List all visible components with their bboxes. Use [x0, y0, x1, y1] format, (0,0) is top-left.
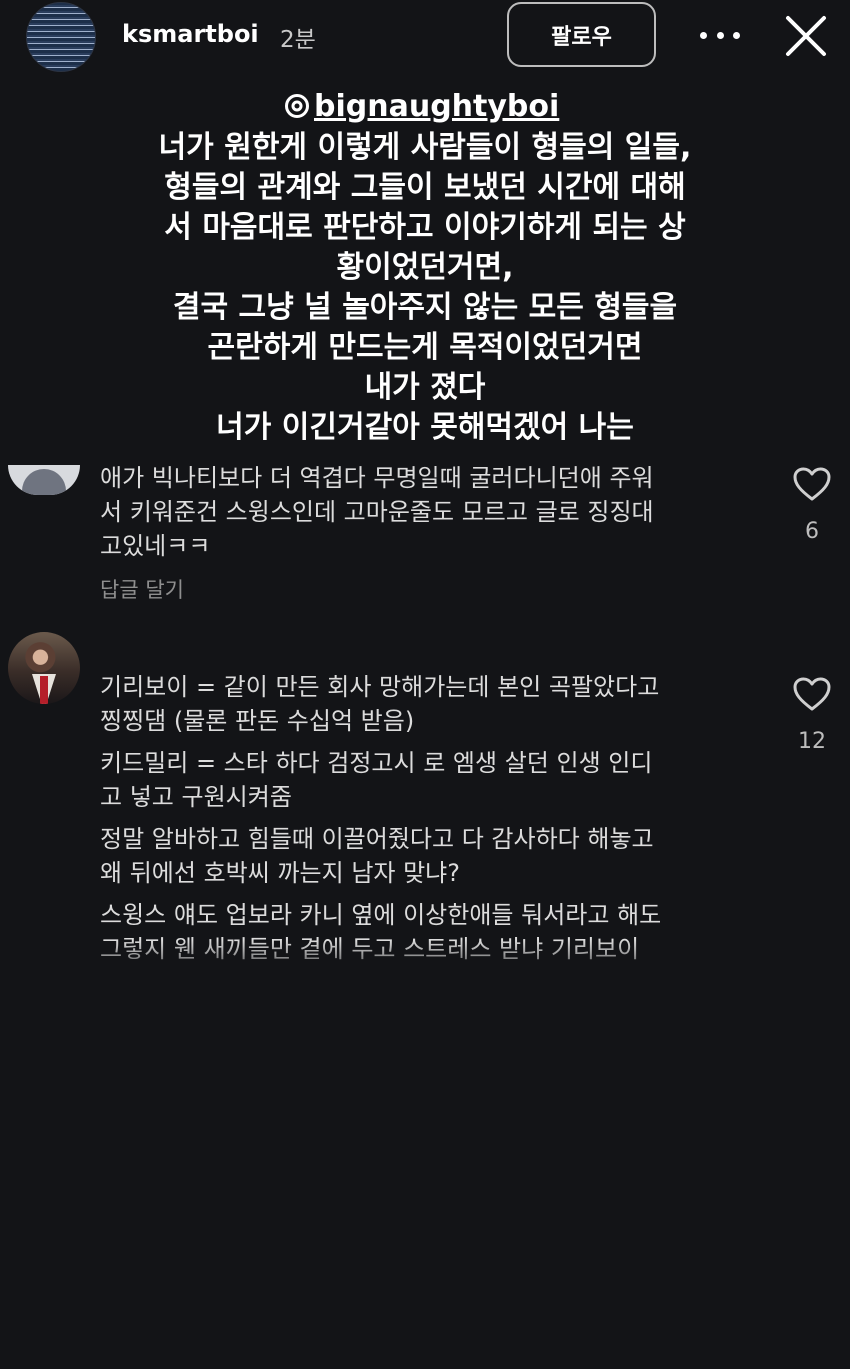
- comment-line: 서 키워준건 스윙스인데 고마운줄도 모르고 글로 징징대: [100, 498, 654, 526]
- comment-line: 왜 뒤에선 호박씨 까는지 남자 맞냐?: [100, 859, 461, 887]
- comment-line: 스윙스 얘도 업보라 카니 옆에 이상한애들 둬서라고 해도: [100, 901, 662, 929]
- threads-icon: [285, 94, 309, 118]
- comment-paragraph: 키드밀리 = 스타 하다 검정고시 로 엠생 살던 인생 인디 고 넣고 구원시…: [100, 746, 770, 814]
- story-line: 서 마음대로 판단하고 이야기하게 되는 상: [164, 210, 686, 245]
- more-options-icon[interactable]: [700, 18, 740, 52]
- like-count: 6: [805, 519, 819, 544]
- mention-handle: bignaughtyboi: [314, 88, 560, 124]
- follow-button[interactable]: 팔로우: [507, 2, 656, 67]
- commenter-avatar[interactable]: [8, 632, 80, 704]
- comment-paragraph: 정말 알바하고 힘들때 이끌어줬다고 다 감사하다 해놓고 왜 뒤에선 호박씨 …: [100, 822, 770, 890]
- story-line: 내가 졌다: [364, 370, 486, 405]
- comment-text: 애가 빅나티보다 더 역겹다 무명일때 굴러다니던애 주워 서 키워준건 스윙스…: [100, 461, 760, 563]
- comment-line: 고있네ㅋㅋ: [100, 532, 211, 560]
- story-line: 형들의 관계와 그들이 보냈던 시간에 대해: [164, 170, 686, 205]
- close-icon[interactable]: [782, 12, 830, 60]
- mention-link[interactable]: bignaughtyboi: [284, 84, 569, 128]
- scroll-fade: [0, 940, 850, 1000]
- comment-line: 기리보이 = 같이 만든 회사 망해가는데 본인 곡팔았다고: [100, 673, 660, 701]
- story-line: 너가 원한게 이렇게 사람들이 형들의 일들,: [158, 130, 692, 165]
- comment-text: 기리보이 = 같이 만든 회사 망해가는데 본인 곡팔았다고 찡찡댐 (물론 판…: [100, 670, 770, 966]
- comment-line: 찡찡댐 (물론 판돈 수십억 받음): [100, 707, 415, 735]
- comment-line: 키드밀리 = 스타 하다 검정고시 로 엠생 살던 인생 인디: [100, 749, 653, 777]
- comment-line: 정말 알바하고 힘들때 이끌어줬다고 다 감사하다 해놓고: [100, 825, 654, 853]
- username[interactable]: ksmartboi: [122, 20, 259, 48]
- reply-button[interactable]: 답글 달기: [100, 574, 184, 604]
- story-header: ksmartboi 2분 팔로우: [0, 0, 850, 72]
- story-line: 곤란하게 만드는게 목적이었던거면: [207, 330, 643, 365]
- heart-icon[interactable]: [792, 676, 832, 712]
- comment-line: 고 넣고 구원시켜줌: [100, 783, 292, 811]
- story-text: 너가 원한게 이렇게 사람들이 형들의 일들, 형들의 관계와 그들이 보냈던 …: [60, 128, 790, 448]
- commenter-avatar[interactable]: [8, 465, 80, 495]
- profile-avatar[interactable]: [26, 2, 96, 72]
- story-line: 결국 그냥 널 놀아주지 않는 모든 형들을: [172, 290, 678, 325]
- comment-line: 애가 빅나티보다 더 역겹다 무명일때 굴러다니던애 주워: [100, 464, 654, 492]
- story-line: 너가 이긴거같아 못해먹겠어 나는: [216, 410, 634, 445]
- like-count: 12: [798, 729, 826, 754]
- post-time: 2분: [280, 27, 316, 53]
- heart-icon[interactable]: [792, 466, 832, 502]
- comment-paragraph: 기리보이 = 같이 만든 회사 망해가는데 본인 곡팔았다고 찡찡댐 (물론 판…: [100, 670, 770, 738]
- story-line: 황이었던거면,: [336, 250, 514, 285]
